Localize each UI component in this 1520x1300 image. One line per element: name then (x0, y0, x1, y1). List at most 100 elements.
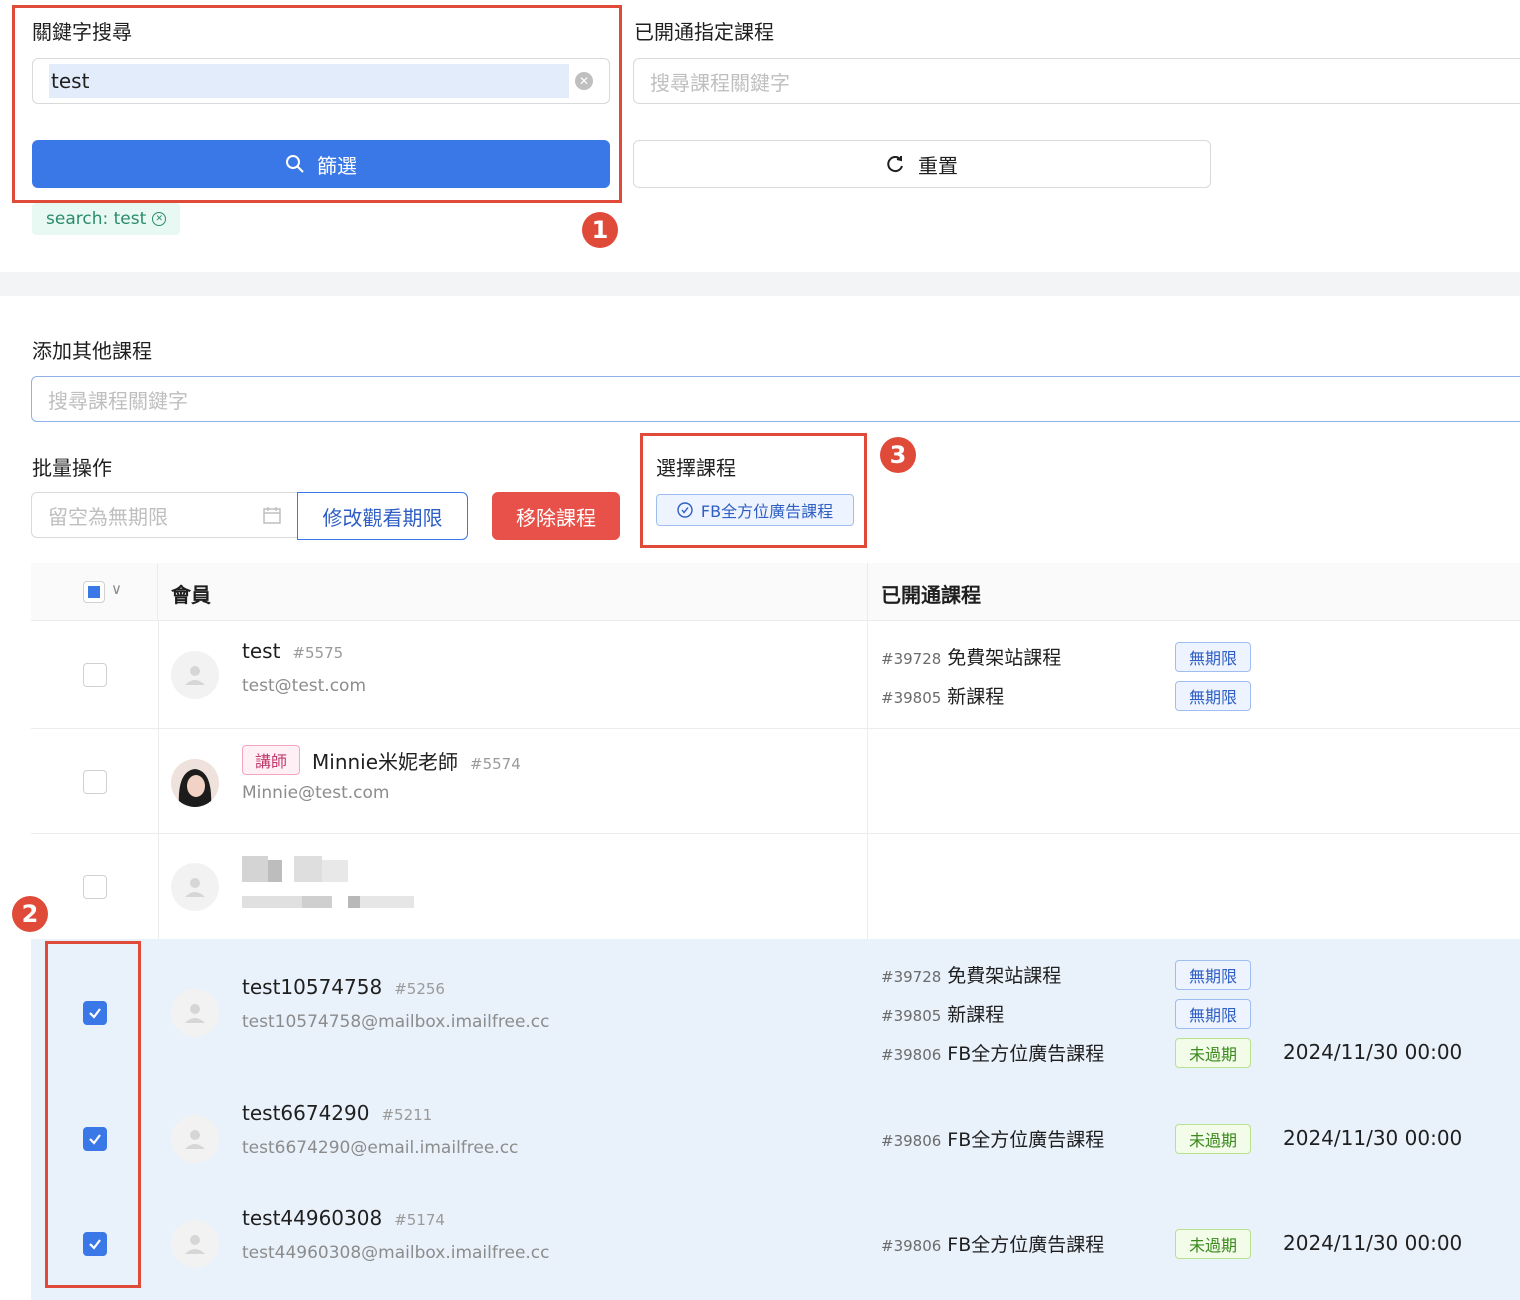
member-id: #5211 (381, 1106, 433, 1124)
member-name: test10574758 (242, 975, 383, 999)
table-header: ∨ 會員 已開通課程 (31, 563, 1520, 621)
avatar (171, 1115, 219, 1163)
member-email: test44960308@mailbox.imailfree.cc (242, 1243, 550, 1263)
active-filter-tag[interactable]: search: test ✕ (32, 203, 181, 235)
redacted-email-block (242, 896, 414, 908)
course-name: 免費架站課程 (947, 647, 1062, 669)
course-name: FB全方位廣告課程 (947, 1129, 1105, 1151)
modify-expiry-button[interactable]: 修改觀看期限 (297, 492, 468, 540)
clear-icon[interactable]: ✕ (575, 72, 593, 90)
table-row[interactable]: 講師 Minnie米妮老師 #5574 Minnie@test.com (31, 729, 1520, 834)
avatar (171, 759, 219, 807)
member-table: ∨ 會員 已開通課程 test #5575 test@test.com #397… (31, 563, 1520, 1300)
remove-course-label: 移除課程 (516, 505, 596, 530)
col-courses-header: 已開通課程 (881, 583, 981, 607)
course-item: #39728 免費架站課程 (881, 961, 1061, 988)
member-email: test6674290@email.imailfree.cc (242, 1138, 519, 1158)
member-email: test@test.com (242, 676, 367, 696)
member-name-line: test6674290 #5211 (242, 1101, 432, 1125)
reset-button[interactable]: 重置 (633, 140, 1211, 188)
course-search-placeholder: 搜尋課程關鍵字 (650, 70, 790, 95)
course-item: #39728 免費架站課程 (881, 643, 1061, 670)
course-id: #39806 (881, 1132, 942, 1150)
table-row[interactable] (31, 834, 1520, 939)
row-checkbox[interactable] (83, 770, 107, 794)
avatar (171, 1220, 219, 1268)
add-course-input[interactable]: 搜尋課程關鍵字 (31, 376, 1520, 422)
member-name-line: test #5575 (242, 639, 343, 663)
reset-button-label: 重置 (918, 153, 958, 178)
profile-photo-icon (171, 759, 219, 807)
expiry-date-picker[interactable]: 留空為無期限 (31, 492, 299, 538)
avatar (171, 989, 219, 1037)
course-item: #39805 新課程 (881, 682, 1004, 709)
add-course-placeholder: 搜尋課程關鍵字 (48, 388, 188, 413)
row-checkbox[interactable] (83, 875, 107, 899)
course-name: FB全方位廣告課程 (947, 1043, 1105, 1065)
status-badge: 無期限 (1175, 960, 1251, 990)
status-badge: 無期限 (1175, 999, 1251, 1029)
modify-expiry-label: 修改觀看期限 (322, 505, 443, 530)
course-item: #39806 FB全方位廣告課程 (881, 1125, 1104, 1152)
keyword-search-input[interactable]: test ✕ (32, 58, 610, 104)
member-id: #5575 (292, 644, 344, 662)
section-divider (0, 272, 1520, 296)
course-item: #39805 新課程 (881, 1000, 1004, 1027)
table-row[interactable]: test10574758 #5256 test10574758@mailbox.… (31, 939, 1520, 1089)
filter-button[interactable]: 篩選 (32, 140, 610, 188)
course-id: #39728 (881, 968, 942, 986)
member-id: #5574 (470, 755, 521, 773)
member-email: Minnie@test.com (242, 783, 390, 803)
status-badge: 無期限 (1175, 642, 1251, 672)
selected-course-name: FB全方位廣告課程 (700, 502, 834, 521)
col-member-header: 會員 (171, 583, 211, 607)
select-all-checkbox[interactable] (83, 581, 105, 603)
user-icon (185, 1235, 205, 1254)
user-icon (185, 666, 205, 685)
member-name-line: 講師 Minnie米妮老師 #5574 (242, 745, 521, 775)
batch-label: 批量操作 (32, 456, 112, 480)
annotation-marker-3: 3 (880, 437, 916, 473)
status-badge: 未過期 (1175, 1229, 1251, 1259)
member-id: #5256 (394, 980, 445, 998)
member-name: test6674290 (242, 1101, 370, 1125)
status-badge: 無期限 (1175, 681, 1251, 711)
avatar (171, 863, 219, 911)
course-id: #39806 (881, 1237, 942, 1255)
expiry-date: 2024/11/30 00:00 (1283, 1126, 1463, 1150)
table-row[interactable]: test44960308 #5174 test44960308@mailbox.… (31, 1194, 1520, 1300)
user-icon (185, 1130, 205, 1149)
course-search-input[interactable]: 搜尋課程關鍵字 (633, 58, 1520, 104)
expiry-date: 2024/11/30 00:00 (1283, 1231, 1463, 1255)
course-name: FB全方位廣告課程 (947, 1234, 1105, 1256)
member-name: test44960308 (242, 1206, 383, 1230)
course-item: #39806 FB全方位廣告課程 (881, 1230, 1104, 1257)
add-course-label: 添加其他課程 (32, 339, 152, 363)
member-email: test10574758@mailbox.imailfree.cc (242, 1012, 550, 1032)
keyword-search-value: test (49, 64, 569, 98)
selected-course-chip[interactable]: FB全方位廣告課程 (656, 494, 854, 526)
calendar-icon (263, 507, 281, 524)
header-divider (867, 563, 868, 621)
filter-button-label: 篩選 (317, 153, 357, 178)
chevron-down-icon[interactable]: ∨ (111, 580, 122, 598)
table-row[interactable]: test6674290 #5211 test6674290@email.imai… (31, 1089, 1520, 1194)
remove-course-button[interactable]: 移除課程 (492, 492, 620, 540)
table-row[interactable]: test #5575 test@test.com #39728 免費架站課程 無… (31, 621, 1520, 729)
role-badge: 講師 (242, 745, 300, 775)
redacted-name-block (242, 856, 348, 882)
course-id: #39805 (881, 689, 942, 707)
status-badge: 未過期 (1175, 1124, 1251, 1154)
course-id: #39805 (881, 1007, 942, 1025)
row-checkbox[interactable] (83, 663, 107, 687)
keyword-search-label: 關鍵字搜尋 (32, 20, 132, 44)
user-icon (185, 1004, 205, 1023)
search-icon (286, 155, 304, 173)
tag-close-icon[interactable]: ✕ (152, 212, 167, 226)
course-id: #39728 (881, 650, 942, 668)
avatar (171, 651, 219, 699)
course-name: 免費架站課程 (947, 965, 1062, 987)
select-course-label: 選擇課程 (656, 456, 736, 480)
member-name: test (242, 639, 281, 663)
course-name: 新課程 (947, 686, 1005, 708)
